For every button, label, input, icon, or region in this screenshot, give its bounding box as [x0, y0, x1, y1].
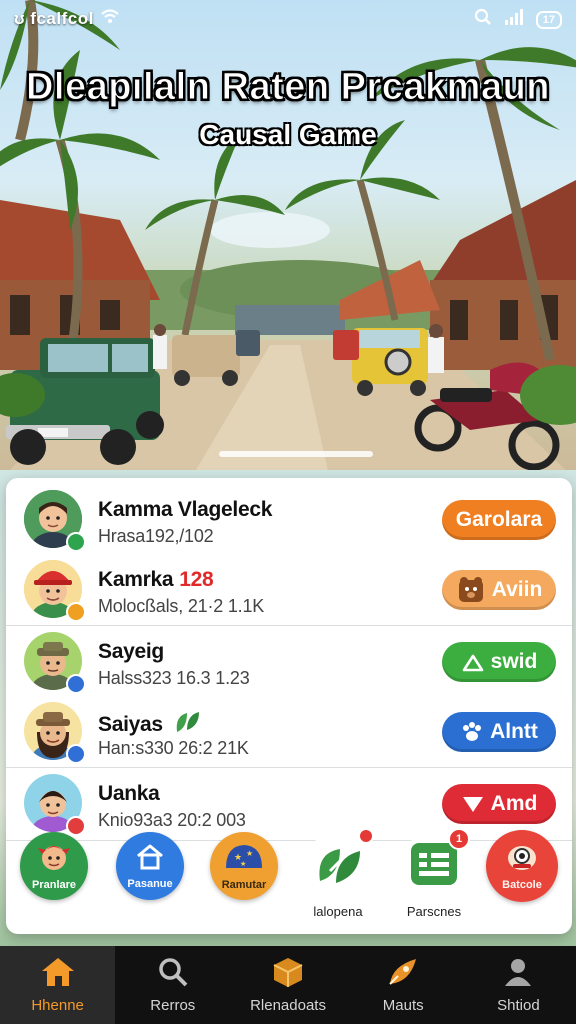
player-action-button[interactable]: Aviin	[442, 570, 556, 610]
category-shortcuts: Pranlare Pasanue ★ ★ ★ Ramutar lalopena …	[6, 828, 572, 932]
category-label: Parscnes	[406, 904, 462, 919]
face-icon	[36, 842, 72, 877]
category-label: Pasanue	[127, 877, 173, 890]
tab-profile[interactable]: Shtiod	[461, 946, 576, 1024]
hero-titles: Dleapılaln Raten Prcakmaun Causal Game	[0, 66, 576, 151]
action-label: Amd	[490, 792, 538, 815]
star-map-icon: ★ ★ ★	[222, 842, 266, 877]
player-stats: Knio93a3 20:2 003	[98, 810, 246, 830]
tab-label: Hhenne	[31, 997, 84, 1014]
status-carrier-text: ʊ fcalfcol	[14, 8, 94, 28]
app-screen: ʊ fcalfcol 17 Dleapılaln Raten Prcakmaun…	[0, 0, 576, 1024]
category-label: Batcole	[502, 878, 542, 891]
bear-icon	[456, 575, 486, 605]
player-list-panel: Kamma Vlageleck Hrasa192,/102 Garolara K…	[6, 478, 572, 934]
player-row[interactable]: Kamrka 128 Molocßals, 21·2 1.1K Aviin	[6, 554, 572, 624]
player-stats: Molocßals, 21·2 1.1K	[98, 596, 265, 616]
game-title: Dleapılaln Raten Prcakmaun	[25, 66, 551, 109]
send-arrow-icon	[461, 650, 485, 674]
status-badge	[66, 674, 86, 694]
hero-banner: ʊ fcalfcol 17 Dleapılaln Raten Prcakmaun…	[0, 0, 576, 480]
paw-icon	[460, 720, 484, 744]
svg-text:★: ★	[240, 860, 246, 868]
player-row[interactable]: Uanka Knio93a3 20:2 003 Amd	[6, 768, 572, 838]
status-badge	[66, 744, 86, 764]
status-badge	[66, 602, 86, 622]
notification-badge	[358, 828, 374, 844]
person-icon	[502, 956, 534, 993]
bottom-tab-bar: Hhenne Rerros Rlenadoats Mauts Shtiod	[0, 946, 576, 1024]
wifi-icon	[100, 8, 120, 29]
player-action-button[interactable]: Garolara	[442, 500, 556, 540]
status-badge	[66, 532, 86, 552]
battery-indicator: 17	[535, 10, 562, 29]
category-item[interactable]: Pasanue	[110, 832, 190, 932]
tab-mauts[interactable]: Mauts	[346, 946, 461, 1024]
home-indicator	[219, 451, 373, 457]
notification-badge: 1	[448, 828, 470, 850]
search-status-icon	[474, 8, 492, 31]
tab-downloads[interactable]: Rlenadoats	[230, 946, 345, 1024]
player-row[interactable]: Sayeig Halss323 16.3 1.23 swid	[6, 626, 572, 696]
player-action-button[interactable]: Amd	[442, 784, 556, 824]
tab-label: Mauts	[382, 997, 424, 1014]
category-item[interactable]: lalopena	[298, 828, 378, 932]
player-row[interactable]: Saiyas Han:s330 26:2 21K Alntt	[6, 696, 572, 766]
category-label: lalopena	[313, 904, 363, 919]
category-item[interactable]: 1 Parscnes	[394, 828, 474, 932]
player-name: Uanka	[98, 782, 160, 805]
player-name: Saiyas	[98, 710, 201, 740]
player-name: Kamma Vlageleck	[98, 498, 273, 521]
svg-text:★: ★	[246, 849, 253, 858]
player-stats: Halss323 16.3 1.23	[98, 668, 250, 688]
category-circle[interactable]: Pasanue	[116, 832, 184, 900]
category-circle[interactable]: Pranlare	[20, 832, 88, 900]
status-right: 17	[474, 8, 562, 31]
category-label: Ramutar	[221, 878, 267, 891]
action-label: Aviin	[491, 578, 543, 601]
signal-icon	[504, 9, 524, 30]
action-label: swid	[490, 650, 538, 673]
player-stats: Hrasa192,/102	[98, 526, 214, 546]
house-icon	[40, 956, 76, 993]
category-item[interactable]: ★ ★ ★ Ramutar	[204, 832, 284, 932]
home-icon	[135, 843, 165, 876]
tab-search[interactable]: Rerros	[115, 946, 230, 1024]
player-stats: Han:s330 26:2 21K	[98, 738, 249, 758]
list-icon	[409, 841, 459, 892]
category-circle[interactable]: ★ ★ ★ Ramutar	[210, 832, 278, 900]
game-subtitle: Causal Game	[199, 119, 377, 150]
tab-label: Rlenadoats	[250, 997, 326, 1014]
status-bar: ʊ fcalfcol 17	[0, 0, 576, 38]
leaf-icon	[314, 841, 362, 892]
creature-icon	[504, 842, 540, 877]
player-action-button[interactable]: swid	[442, 642, 556, 682]
action-label: Garolara	[455, 508, 543, 531]
search-icon	[157, 956, 189, 993]
player-action-button[interactable]: Alntt	[442, 712, 556, 752]
rocket-icon	[386, 956, 420, 993]
category-circle[interactable]: Batcole	[486, 830, 558, 902]
player-level: 128	[179, 568, 214, 591]
leaf-icon	[173, 710, 201, 740]
category-item[interactable]: Pranlare	[14, 832, 94, 932]
player-name: Sayeig	[98, 640, 164, 663]
tab-label: Rerros	[150, 997, 196, 1014]
box-icon	[272, 956, 304, 993]
tab-home[interactable]: Hhenne	[0, 946, 116, 1024]
player-name: Kamrka 128	[98, 568, 214, 591]
status-left: ʊ fcalfcol	[14, 8, 120, 29]
tab-label: Shtiod	[497, 997, 540, 1014]
category-label: Pranlare	[31, 878, 77, 891]
heart-icon	[461, 794, 485, 814]
action-label: Alntt	[490, 720, 538, 743]
category-item[interactable]: Batcole	[482, 830, 562, 932]
player-row[interactable]: Kamma Vlageleck Hrasa192,/102 Garolara	[6, 484, 572, 554]
